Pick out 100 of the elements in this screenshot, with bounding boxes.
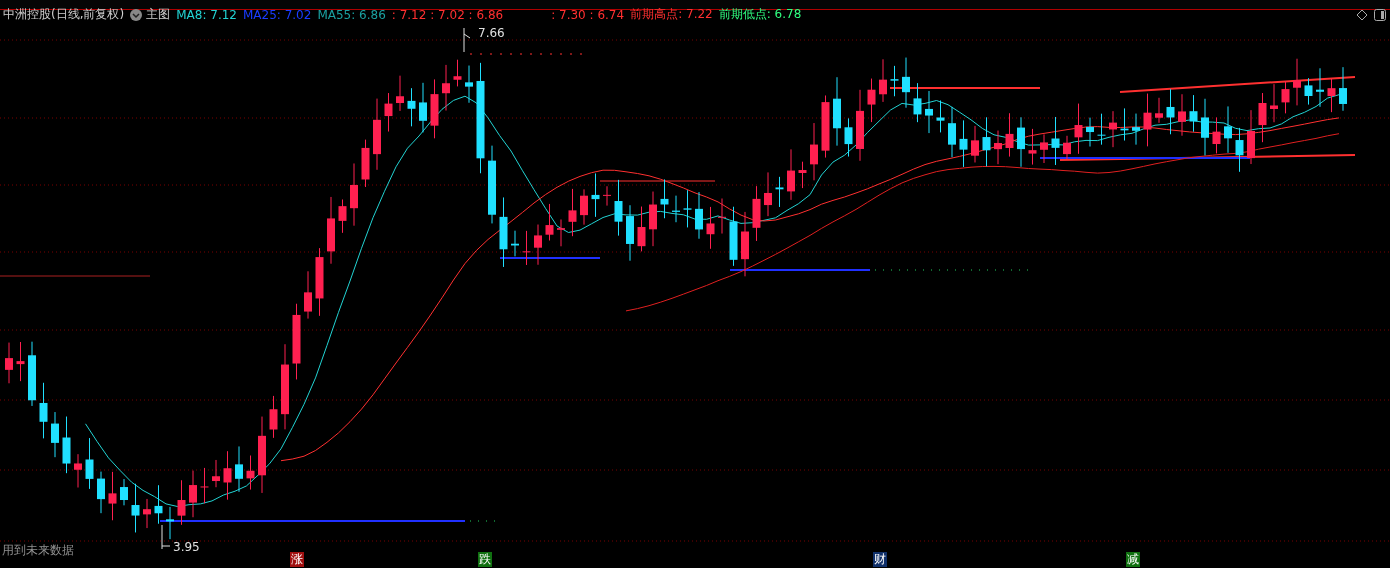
future-data-notice: 用到未来数据	[2, 542, 74, 559]
candlestick	[867, 78, 876, 123]
candlestick	[1212, 116, 1221, 154]
candlestick	[1143, 93, 1152, 147]
candlestick	[948, 106, 956, 158]
stock-title: 中洲控股(日线,前复权)	[3, 6, 125, 23]
chevron-down-icon	[130, 8, 143, 21]
candlestick	[1074, 103, 1083, 155]
candlestick	[223, 450, 232, 501]
candlestick	[879, 58, 887, 103]
candlestick	[683, 189, 692, 228]
candlestick	[695, 191, 703, 240]
candlestick	[177, 479, 186, 526]
candlestick	[419, 82, 427, 133]
candlestick	[511, 230, 519, 257]
candlestick	[580, 188, 588, 226]
candlestick	[1005, 112, 1014, 158]
candlestick	[1178, 93, 1186, 137]
candlestick	[327, 196, 335, 265]
candlestick	[810, 122, 818, 181]
candlestick	[637, 206, 646, 252]
candlestick	[407, 87, 416, 127]
candlestick	[1201, 98, 1209, 156]
candlestick	[626, 204, 634, 262]
candlestick	[120, 478, 128, 506]
candlestick	[97, 471, 105, 514]
candlestick	[430, 78, 439, 139]
candlestick	[1247, 109, 1255, 165]
candlestick	[1293, 58, 1301, 106]
candlestick	[568, 188, 577, 237]
candlestick	[85, 437, 94, 490]
indicator-value: : 7.12 : 7.02 : 6.86	[391, 7, 504, 22]
candlestick	[1120, 107, 1129, 142]
event-marker: 减	[1126, 552, 1140, 567]
indicator-value: 前期低点: 6.78	[718, 6, 802, 23]
candlestick	[1028, 128, 1037, 166]
candlestick	[39, 382, 48, 439]
candlestick	[798, 161, 807, 189]
candlestick	[614, 179, 623, 237]
candlestick	[913, 82, 922, 123]
candlestick	[775, 176, 784, 208]
candlestick	[1270, 83, 1278, 123]
candlestick	[787, 148, 795, 201]
candlestick	[200, 467, 209, 504]
candlestick	[108, 471, 117, 521]
candlestick	[453, 59, 462, 87]
candlestick	[166, 506, 174, 540]
candlestick	[350, 162, 358, 227]
candlestick	[1304, 77, 1313, 106]
candlestick	[545, 203, 554, 241]
candlestick	[442, 64, 450, 112]
candlestick	[982, 116, 991, 167]
candlestick	[1281, 80, 1290, 114]
candlestick	[74, 453, 82, 488]
candlestick	[1063, 135, 1071, 161]
diamond-icon[interactable]	[1356, 9, 1368, 21]
candlestick	[1258, 92, 1267, 143]
indicator-value: MA25: 7.02	[242, 7, 312, 22]
candlestick	[1040, 133, 1048, 164]
candlestick	[557, 219, 565, 247]
candlestick	[1051, 116, 1060, 166]
candlestick	[5, 342, 13, 384]
candlestick	[1327, 78, 1336, 113]
candlestick	[1109, 110, 1117, 148]
candlestick	[1224, 105, 1232, 154]
panel-icon[interactable]	[1374, 9, 1386, 21]
candlestick	[649, 191, 657, 247]
high-price-label: 7.66	[478, 26, 505, 40]
event-marker: 涨	[290, 552, 304, 567]
candlestick	[890, 65, 899, 97]
candlestick	[396, 75, 404, 112]
candlestick	[143, 498, 151, 529]
candlestick	[1086, 117, 1094, 147]
event-marker: 跌	[478, 552, 492, 567]
candlestick	[384, 92, 393, 133]
candlestick	[821, 95, 830, 159]
candlestick	[729, 206, 738, 267]
indicator-value: MA55: 6.86	[317, 7, 386, 22]
candlestick	[752, 185, 761, 242]
candlestick	[925, 90, 933, 134]
candlestick	[62, 416, 71, 474]
candlestick	[28, 341, 36, 407]
candlestick	[1132, 113, 1140, 146]
candlestick	[1155, 97, 1163, 124]
candlestick	[1235, 127, 1244, 173]
candlestick	[764, 171, 772, 217]
candlestick	[1316, 67, 1324, 108]
candlestick	[672, 195, 680, 223]
main-chart-toggle[interactable]: 主图	[130, 6, 171, 23]
candlestick	[971, 125, 979, 163]
candlestick	[603, 185, 611, 207]
candlestick	[1097, 113, 1106, 146]
candlestick	[338, 199, 347, 234]
candlestick	[833, 76, 841, 147]
candlestick	[706, 206, 715, 250]
low-price-label: 3.95	[173, 540, 200, 554]
candlestick	[154, 484, 163, 525]
candlestick	[246, 455, 255, 491]
indicator-value: MA8: 7.12	[176, 7, 237, 22]
candlestick	[1166, 88, 1175, 135]
